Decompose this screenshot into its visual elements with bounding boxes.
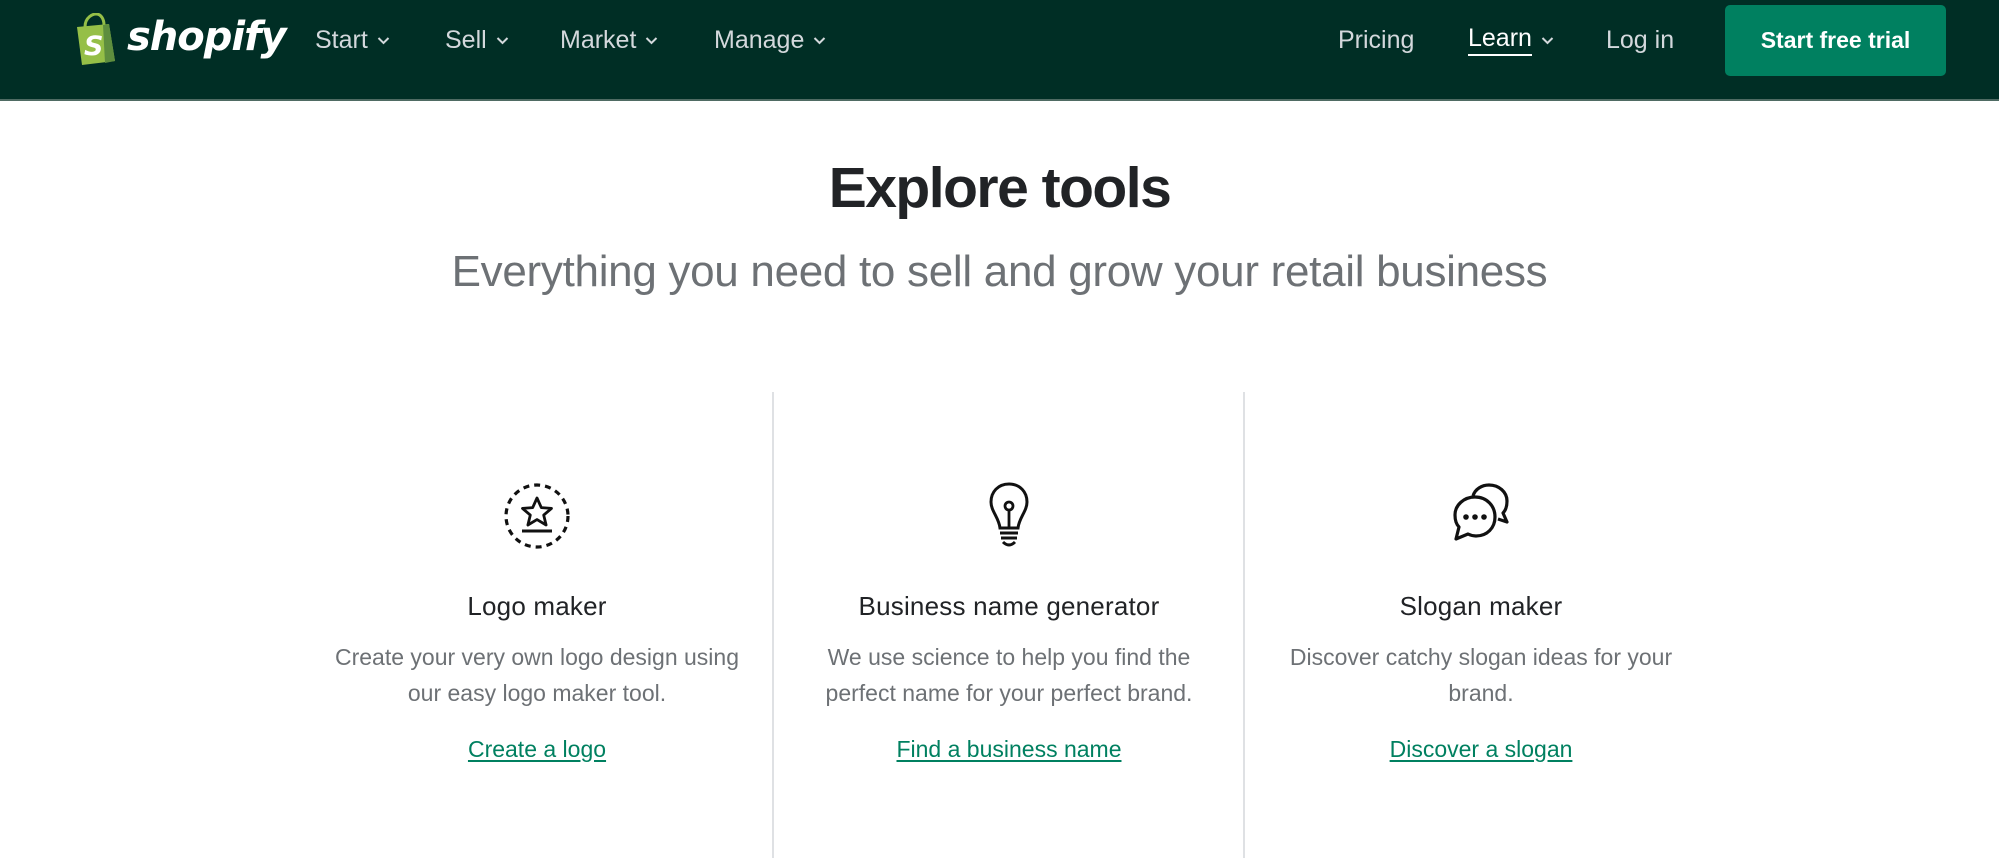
nav-pricing[interactable]: Pricing — [1338, 22, 1414, 58]
chat-bubbles-icon — [1453, 483, 1509, 541]
discover-a-slogan-link[interactable]: Discover a slogan — [1390, 734, 1573, 764]
nav-start-label: Start — [315, 25, 368, 54]
chevron-down-icon — [814, 36, 826, 44]
tool-card-logo-maker: Logo maker Create your very own logo des… — [301, 480, 773, 764]
nav-start[interactable]: Start — [315, 22, 390, 58]
chevron-down-icon — [496, 36, 508, 44]
logo-star-icon — [504, 483, 570, 549]
nav-manage-label: Manage — [714, 25, 805, 54]
nav-log-in[interactable]: Log in — [1606, 22, 1674, 58]
tool-description: Create your very own logo design using o… — [334, 644, 739, 706]
svg-text:S: S — [84, 31, 103, 62]
start-free-trial-button[interactable]: Start free trial — [1725, 5, 1946, 76]
nav-market-label: Market — [560, 25, 637, 54]
shopify-logo[interactable]: S shopify — [73, 13, 287, 65]
tool-name: Slogan maker — [1399, 591, 1563, 621]
tool-name: Logo maker — [467, 591, 607, 621]
page-title: Explore tools — [828, 156, 1172, 220]
brand-wordmark: shopify — [127, 14, 287, 60]
page-subtitle: Everything you need to sell and grow you… — [451, 247, 1548, 296]
chevron-down-icon — [377, 36, 390, 44]
top-navigation-bar: S shopify Start Sell Market Manage Prici… — [0, 0, 1999, 101]
shopping-bag-icon: S — [77, 13, 115, 65]
lightbulb-icon — [989, 482, 1029, 547]
find-a-business-name-link[interactable]: Find a business name — [896, 734, 1121, 764]
tool-description: We use science to help you find the perf… — [825, 644, 1193, 706]
nav-sell-label: Sell — [445, 25, 487, 54]
nav-learn-label: Learn — [1468, 24, 1532, 56]
nav-log-in-label: Log in — [1606, 25, 1675, 54]
nav-market[interactable]: Market — [560, 22, 658, 58]
chevron-down-icon — [1541, 36, 1554, 44]
tool-description: Discover catchy slogan ideas for your br… — [1289, 644, 1673, 706]
nav-pricing-label: Pricing — [1338, 25, 1415, 54]
create-a-logo-link[interactable]: Create a logo — [468, 734, 606, 764]
nav-manage[interactable]: Manage — [714, 22, 826, 58]
tool-card-business-name-generator: Business name generator We use science t… — [773, 480, 1245, 764]
nav-learn[interactable]: Learn — [1468, 22, 1554, 58]
nav-sell[interactable]: Sell — [445, 22, 509, 58]
tool-name: Business name generator — [858, 591, 1160, 621]
chevron-down-icon — [646, 36, 658, 44]
tool-card-slogan-maker: Slogan maker Discover catchy slogan idea… — [1245, 480, 1717, 764]
